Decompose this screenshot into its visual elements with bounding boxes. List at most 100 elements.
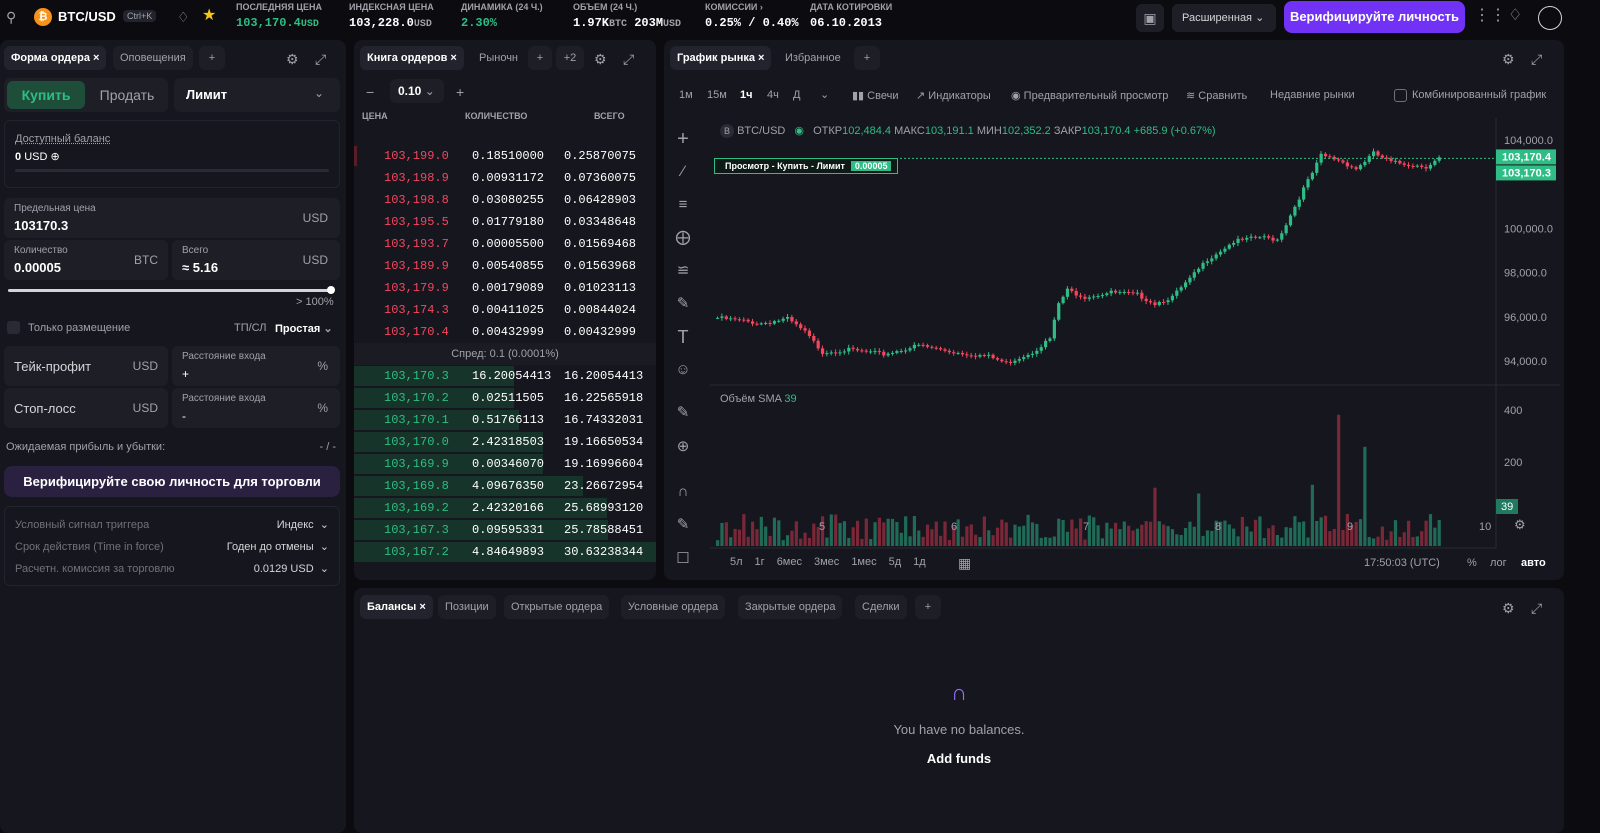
verify-trade-button[interactable]: Верифицируйте свою личность для торговли [4,466,340,497]
recent-markets-button[interactable]: Недавние рынки [1270,89,1355,101]
range-option[interactable]: 6мес [777,556,802,568]
expand-icon[interactable]: ⤢ [1531,51,1542,67]
take-profit-field[interactable]: Тейк-профит USD [4,346,168,386]
close-icon[interactable]: × [450,52,456,64]
bid-row[interactable]: 103,169.8 4.09676350 23.26672954 [354,475,654,497]
tab-orderbook[interactable]: Книга ордеров × [360,46,464,70]
tab-order-form[interactable]: Форма ордера × [4,46,107,70]
brush-icon[interactable]: ✎ [672,293,694,315]
bid-row[interactable]: 103,167.3 0.09595331 25.78588451 [354,519,654,541]
crosshair-icon[interactable]: + [672,128,694,150]
pair-name[interactable]: BTC/USD [58,9,116,24]
price-chart[interactable]: 104,000.0 100,000.0 98,000.0 96,000.0 94,000… [710,118,1560,568]
ask-row[interactable]: 103,174.3 0.00411025 0.00844024 [354,299,654,321]
fee-select[interactable]: 0.0129 USD ⌄ [254,562,329,575]
buy-button[interactable]: Купить [7,81,85,109]
tf-d[interactable]: Д [793,89,800,101]
range-option[interactable]: 1мес [851,556,876,568]
limit-price-field[interactable]: Предельная цена 103170.3 USD [4,198,340,238]
range-option[interactable]: 5д [889,556,902,568]
tf-1h[interactable]: 1ч [740,89,753,101]
order-type-select[interactable]: Лимит ⌄ [174,78,340,112]
add-tab-icon[interactable]: + [199,46,225,70]
tab-favorites[interactable]: Избранное [778,46,848,70]
range-option[interactable]: 5л [730,556,743,568]
chevron-down-icon[interactable]: ⌄ [820,88,829,101]
close-icon[interactable]: × [93,52,99,64]
bottom-tab[interactable]: Балансы × [360,595,433,619]
stop-loss-field[interactable]: Стоп-лосс USD [4,388,168,428]
total-field[interactable]: Всего ≈ 5.16 USD [172,240,340,280]
scale-auto[interactable]: авто [1521,557,1546,569]
bid-row[interactable]: 103,170.1 0.51766113 16.74332031 [354,409,654,431]
trigger-select[interactable]: Индекс ⌄ [277,518,329,531]
bid-row[interactable]: 103,169.9 0.00346070 19.16996604 [354,453,654,475]
unlock-icon[interactable]: ☐ [672,548,694,570]
tpsl-select[interactable]: Простая ⌄ [275,322,333,335]
star-icon[interactable]: ★ [202,8,216,24]
scale-percent[interactable]: % [1467,557,1477,569]
compare-button[interactable]: ≋ Сравнить [1186,89,1247,102]
range-option[interactable]: 1г [755,556,765,568]
add-circle-icon[interactable]: ⊕ [50,151,59,163]
tab-chart[interactable]: График рынка × [670,46,772,70]
sell-button[interactable]: Продать [88,81,166,109]
indicators-button[interactable]: ↗ Индикаторы [916,89,991,102]
tif-select[interactable]: Годен до отмены ⌄ [227,540,329,553]
gear-icon[interactable]: ⚙ [1502,600,1515,616]
tf-1m[interactable]: 1м [679,89,693,101]
amount-slider[interactable] [8,286,335,294]
range-option[interactable]: 1д [913,556,926,568]
bid-row[interactable]: 103,169.2 2.42320166 25.68993120 [354,497,654,519]
ruler-icon[interactable]: ✎ [672,402,694,424]
tf-4h[interactable]: 4ч [767,89,779,101]
expand-icon[interactable]: ⤢ [1531,600,1542,616]
gear-icon[interactable]: ⚙ [594,51,607,67]
candles-button[interactable]: ▮▮ Свечи [852,89,898,102]
tf-15m[interactable]: 15м [707,89,727,101]
calendar-icon[interactable]: ▦ [958,555,971,571]
grid-menu-icon[interactable]: ⋮⋮ [1474,8,1506,24]
slider-handle[interactable] [327,286,335,294]
ask-row[interactable]: 103,179.9 0.00179089 0.01023113 [354,277,654,299]
ask-row[interactable]: 103,195.5 0.01779180 0.03348648 [354,211,654,233]
close-icon[interactable]: × [758,52,764,64]
tab-market[interactable]: Рыночн [472,46,524,70]
notification-icon[interactable]: ♢ [1508,8,1522,24]
ask-row[interactable]: 103,193.7 0.00005500 0.01569468 [354,233,654,255]
bottom-tab[interactable]: Закрытые ордера [738,595,843,619]
zoom-in-icon[interactable]: ⊕ [672,436,694,458]
entry-distance-1[interactable]: Расстояние входа + % [172,346,340,386]
gear-icon[interactable]: ⚙ [1502,51,1515,67]
bottom-tab[interactable]: Сделки [855,595,907,619]
bid-row[interactable]: 103,170.3 16.20054413 16.20054413 [354,365,654,387]
add-tab-icon[interactable]: + [854,46,880,70]
horizontal-lines-icon[interactable]: ≡ [672,194,694,216]
bottom-tab[interactable]: Открытые ордера [504,595,610,619]
bell-icon[interactable]: ♢ [177,9,190,25]
expand-icon[interactable]: ⤢ [623,51,634,67]
minus-icon[interactable]: − [366,84,374,100]
combined-chart-checkbox[interactable] [1394,89,1407,102]
pattern-icon[interactable]: ⨁ [672,227,694,249]
preview-button[interactable]: ◉ Предварительный просмотр [1011,89,1168,102]
settings-icon[interactable]: ⚙ [1514,517,1526,532]
expand-icon[interactable]: ⤢ [315,51,326,67]
ask-row[interactable]: 103,198.9 0.00931172 0.07360075 [354,167,654,189]
ask-row[interactable]: 103,189.9 0.00540855 0.01563968 [354,255,654,277]
add-tab-icon[interactable]: + [915,595,941,619]
magnet-icon[interactable]: ∩ [672,481,694,503]
entry-distance-2[interactable]: Расстояние входа - % [172,388,340,428]
lock-drawing-icon[interactable]: ✎ [672,514,694,536]
post-only-checkbox[interactable] [7,321,20,334]
add-tab-icon[interactable]: + [528,46,552,70]
bid-row[interactable]: 103,167.2 4.84649893 30.63238344 [354,541,656,563]
ask-row[interactable]: 103,199.0 0.18510000 0.25870075 [354,145,654,167]
trendline-icon[interactable]: ∕ [672,161,694,183]
gear-icon[interactable]: ⚙ [286,51,299,67]
bid-row[interactable]: 103,170.0 2.42318503 19.16650534 [354,431,654,453]
mode-select[interactable]: Расширенная ⌄ [1172,4,1276,32]
close-icon[interactable]: × [416,601,425,613]
quantity-field[interactable]: Количество 0.00005 BTC [4,240,168,280]
user-icon[interactable] [1538,6,1562,30]
